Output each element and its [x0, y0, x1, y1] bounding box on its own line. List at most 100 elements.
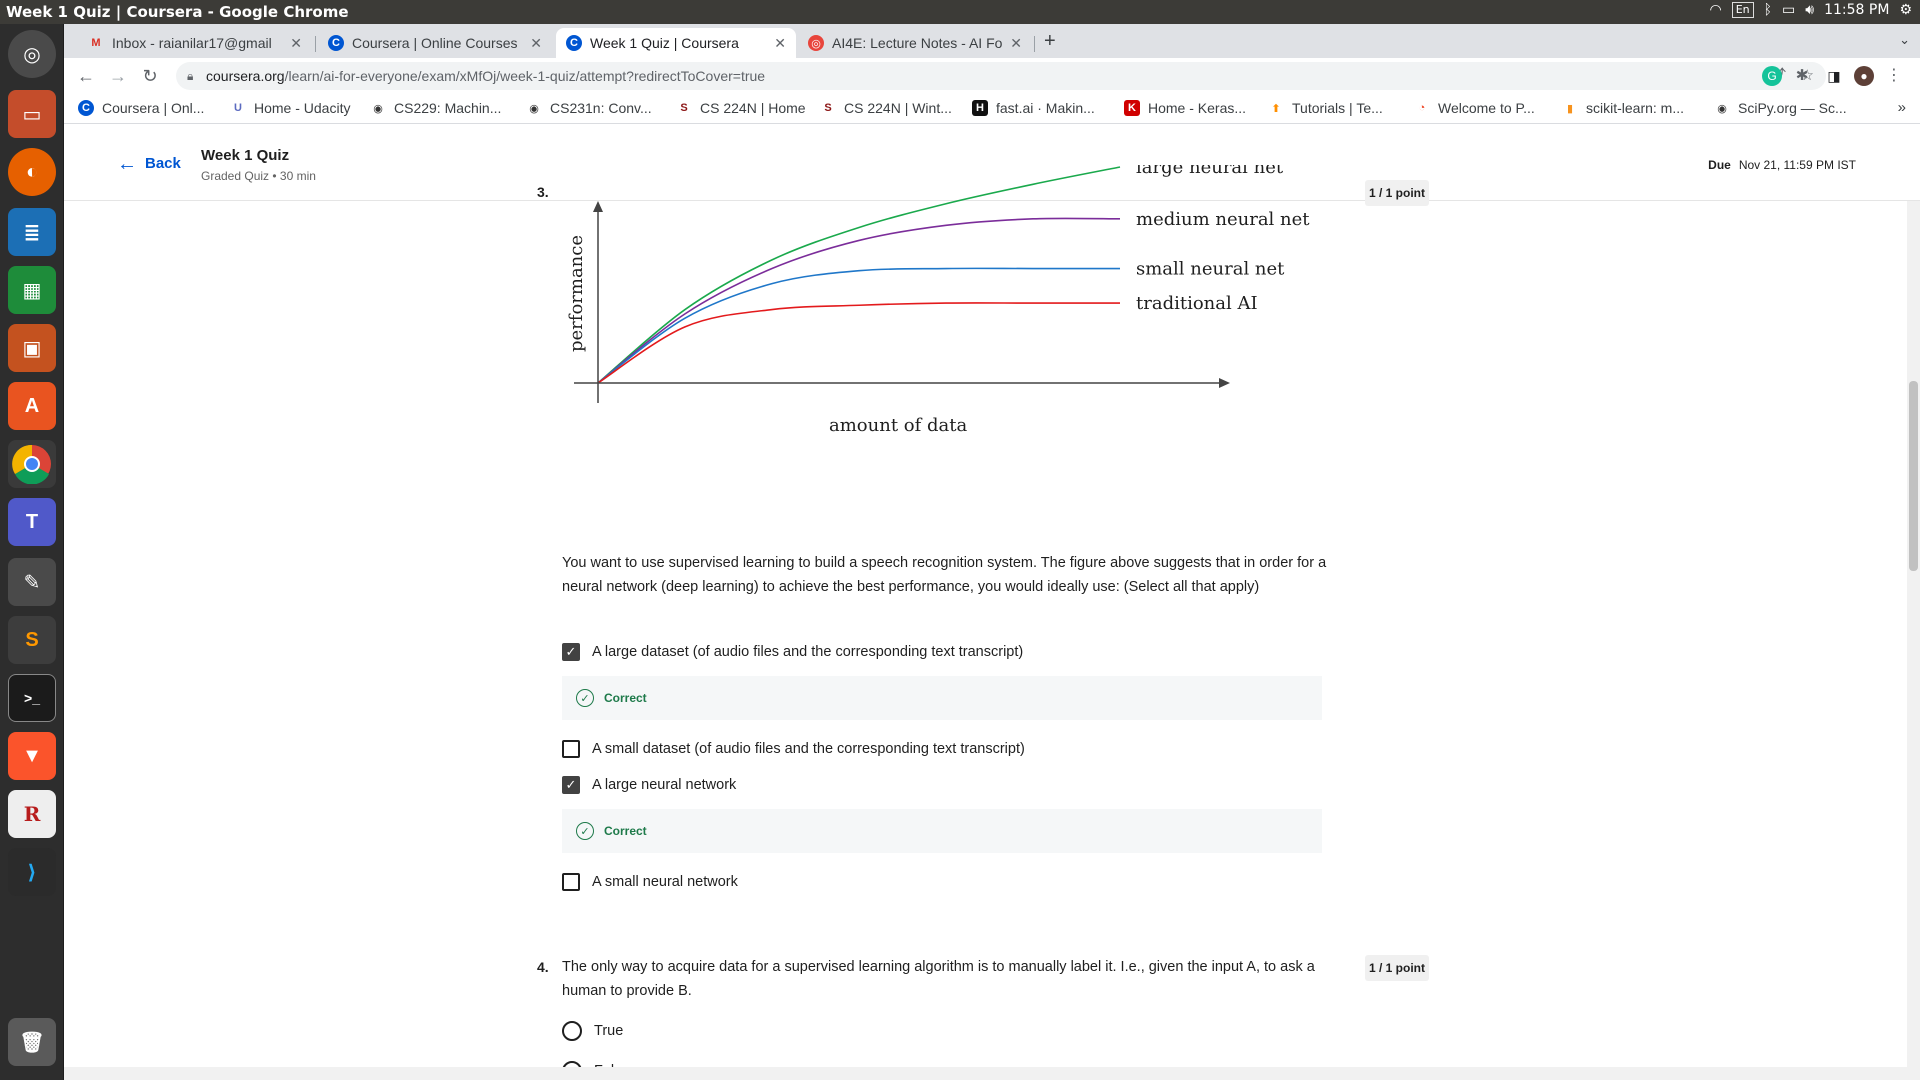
r-icon[interactable]: R — [8, 790, 56, 838]
calc-icon[interactable]: ▦ — [8, 266, 56, 314]
profile-avatar[interactable]: ● — [1854, 66, 1874, 86]
q3-option-3-feedback: ✓ Correct — [562, 809, 1322, 853]
bookmark-item[interactable]: ▮ scikit-learn: m... — [1562, 100, 1684, 116]
clock[interactable]: 11:58 PM — [1824, 2, 1889, 18]
writer-icon[interactable]: ≣ — [8, 208, 56, 256]
notes-icon: ◎ — [808, 35, 824, 51]
q3-option-3[interactable]: ✓ A large neural network — [562, 776, 736, 794]
reload-icon[interactable]: ↻ — [138, 64, 162, 88]
grammarly-icon[interactable]: G — [1762, 66, 1782, 86]
bookmark-item[interactable]: Hfast.ai · Makin... — [972, 100, 1095, 116]
x-axis-label: amount of data — [829, 415, 967, 436]
window-title: Week 1 Quiz | Coursera - Google Chrome — [6, 3, 349, 21]
bookmark-label: CS231n: Conv... — [550, 100, 652, 116]
tab-label: AI4E: Lecture Notes - AI Fo — [832, 35, 1003, 51]
ubuntu-logo-icon[interactable]: ◎ — [8, 30, 56, 78]
bookmarks-bar: C Coursera | Onl... U Home - Udacity ◉ CS22… — [64, 94, 1920, 124]
terminal-icon[interactable]: >_ — [8, 674, 56, 722]
files-icon[interactable]: ▭ — [8, 90, 56, 138]
checkbox-checked-icon[interactable]: ✓ — [562, 776, 580, 794]
bookmarks-overflow-icon[interactable]: » — [1898, 99, 1906, 116]
due-value: Nov 21, 11:59 PM IST — [1738, 158, 1856, 172]
quiz-subtitle: Graded Quiz • 30 min — [201, 169, 316, 183]
q3-option-2[interactable]: A small dataset (of audio files and the … — [562, 740, 1025, 758]
close-tab-icon[interactable]: ✕ — [530, 35, 542, 52]
close-tab-icon[interactable]: ✕ — [290, 35, 302, 52]
system-tray: ◠ En ᛒ ▭ 🔊︎ 11:58 PM ⚙ — [1710, 2, 1912, 18]
question-4-text: The only way to acquire data for a super… — [562, 959, 1315, 999]
bookmark-item[interactable]: U Home - Udacity — [230, 100, 350, 116]
option-label: True — [594, 1023, 624, 1039]
chrome-icon[interactable] — [8, 440, 56, 488]
scrollbar-thumb[interactable] — [1909, 381, 1918, 571]
tab-ai4e-notes[interactable]: ◎ AI4E: Lecture Notes - AI Fo ✕ — [798, 28, 1032, 58]
bookmark-label: SciPy.org — Sc... — [1738, 100, 1847, 116]
bookmark-item[interactable]: S CS 224N | Wint... — [820, 100, 952, 116]
bookmark-item[interactable]: ◉ SciPy.org — Sc... — [1714, 100, 1847, 116]
coursera-icon: C — [566, 35, 582, 51]
back-button[interactable]: ← Back — [117, 154, 181, 174]
q4-option-true[interactable]: True — [562, 1021, 623, 1041]
tab-search-chevron-icon[interactable]: ⌄ — [1899, 32, 1910, 48]
checkbox-unchecked-icon[interactable] — [562, 740, 580, 758]
tensorflow-icon: ⬆ — [1271, 102, 1281, 115]
tab-coursera-home[interactable]: C Coursera | Online Courses ✕ — [318, 28, 552, 58]
series-label-0: large neural net — [1136, 165, 1284, 178]
option-label: A small neural network — [592, 874, 738, 890]
checkbox-checked-icon[interactable]: ✓ — [562, 643, 580, 661]
back-arrow-icon[interactable]: ← — [74, 64, 98, 88]
software-center-icon[interactable]: A — [8, 382, 56, 430]
radio-unselected-icon[interactable] — [562, 1021, 582, 1041]
bookmark-item[interactable]: K Home - Keras... — [1124, 100, 1246, 116]
bluetooth-icon[interactable]: ᛒ — [1764, 2, 1772, 18]
teams-icon[interactable]: T — [8, 498, 56, 546]
bookmark-label: Coursera | Onl... — [102, 100, 205, 116]
checkbox-unchecked-icon[interactable] — [562, 873, 580, 891]
scipy-icon: ◉ — [1717, 102, 1727, 115]
horizontal-scrollbar[interactable] — [64, 1067, 1907, 1080]
volume-icon[interactable]: 🔊︎ — [1805, 2, 1814, 18]
globe-icon: ◉ — [529, 102, 539, 115]
lock-icon[interactable]: 🔒︎ — [187, 62, 193, 90]
option-label: A small dataset (of audio files and the … — [592, 741, 1025, 757]
question-4-number: 4. — [537, 959, 549, 975]
bookmark-label: Home - Udacity — [254, 100, 351, 116]
vertical-scrollbar[interactable] — [1907, 201, 1920, 1080]
chrome-menu-icon[interactable]: ⋮ — [1884, 66, 1904, 86]
language-indicator[interactable]: En — [1731, 2, 1754, 18]
battery-icon[interactable]: ▭ — [1782, 2, 1795, 18]
sublime-icon[interactable]: S — [8, 616, 56, 664]
address-bar[interactable]: 🔒︎ coursera.org/learn/ai-for-everyone/ex… — [176, 62, 1826, 90]
impress-icon[interactable]: ▣ — [8, 324, 56, 372]
extensions-puzzle-icon[interactable]: ✱ — [1792, 66, 1812, 86]
q3-option-4[interactable]: A small neural network — [562, 873, 738, 891]
bookmark-item[interactable]: ⬆ Tutorials | Te... — [1268, 100, 1382, 116]
scikit-learn-icon: ▮ — [1566, 102, 1574, 115]
bookmark-item[interactable]: S CS 224N | Home — [676, 100, 805, 116]
globe-icon: ◉ — [373, 102, 383, 115]
tab-week1-quiz[interactable]: C Week 1 Quiz | Coursera ✕ — [556, 28, 796, 58]
wifi-icon[interactable]: ◠ — [1710, 2, 1722, 18]
x-axis-arrow — [1219, 378, 1230, 388]
keras-icon: K — [1124, 100, 1140, 116]
series-label-3: traditional AI — [1136, 293, 1258, 314]
bookmark-item[interactable]: ◉ CS231n: Conv... — [526, 100, 652, 116]
bookmark-item[interactable]: ◉ CS229: Machin... — [370, 100, 501, 116]
forward-arrow-icon[interactable]: → — [106, 64, 130, 88]
chart-series-labels: large neural net medium neural net small n… — [1136, 165, 1310, 314]
settings-gear-icon[interactable]: ⚙ — [1899, 2, 1912, 18]
ubuntu-dock: ◎ ▭ ◐ ≣ ▦ ▣ A T ✎ S >_ ▼ R ⟩ 🗑︎ — [0, 24, 64, 1080]
text-editor-icon[interactable]: ✎ — [8, 558, 56, 606]
tab-gmail[interactable]: M Inbox - raianilar17@gmail ✕ — [78, 28, 312, 58]
trash-icon[interactable]: 🗑︎ — [8, 1018, 56, 1066]
q3-option-1[interactable]: ✓ A large dataset (of audio files and th… — [562, 643, 1023, 661]
bookmark-item[interactable]: ◔ Welcome to P... — [1414, 100, 1535, 116]
close-tab-icon[interactable]: ✕ — [774, 35, 786, 52]
firefox-icon[interactable]: ◐ — [8, 148, 56, 196]
brave-icon[interactable]: ▼ — [8, 732, 56, 780]
new-tab-icon[interactable]: + — [1044, 30, 1056, 53]
close-tab-icon[interactable]: ✕ — [1010, 35, 1022, 52]
vscode-icon[interactable]: ⟩ — [8, 848, 56, 896]
bookmark-item[interactable]: C Coursera | Onl... — [78, 100, 204, 116]
side-panel-icon[interactable]: ◨ — [1824, 66, 1844, 86]
